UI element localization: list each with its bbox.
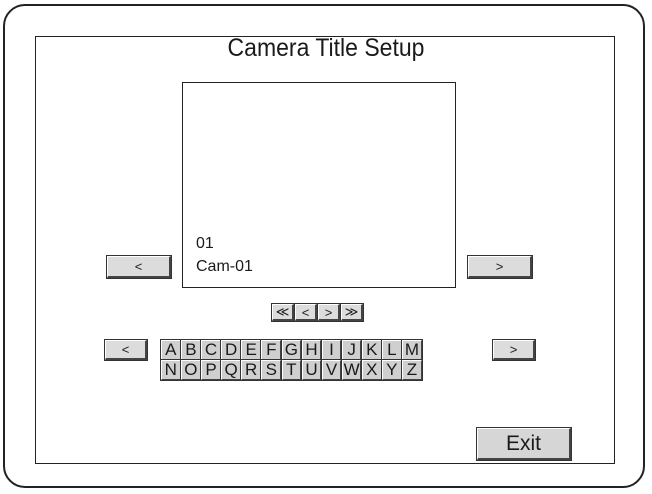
key-button[interactable]: X bbox=[360, 359, 383, 381]
cursor-right-button[interactable]: > bbox=[317, 303, 341, 322]
key-button[interactable]: U bbox=[300, 359, 323, 381]
keyboard-prev-page-button[interactable]: < bbox=[104, 339, 148, 361]
key-button[interactable]: I bbox=[320, 339, 343, 361]
key-button[interactable]: E bbox=[240, 339, 262, 361]
key-button[interactable]: N bbox=[160, 359, 182, 381]
key-button[interactable]: C bbox=[200, 339, 222, 361]
key-button[interactable]: A bbox=[160, 339, 182, 361]
exit-button[interactable]: Exit bbox=[476, 427, 572, 461]
key-button[interactable]: R bbox=[240, 359, 262, 381]
next-camera-button[interactable]: > bbox=[467, 255, 533, 279]
key-button[interactable]: J bbox=[340, 339, 363, 361]
previous-camera-button[interactable]: < bbox=[106, 255, 172, 279]
key-button[interactable]: S bbox=[260, 359, 283, 381]
key-button[interactable]: Y bbox=[381, 359, 403, 381]
key-button[interactable]: M bbox=[401, 339, 423, 361]
cursor-home-button[interactable]: ≪ bbox=[271, 303, 295, 322]
key-button[interactable]: O bbox=[180, 359, 202, 381]
key-button[interactable]: W bbox=[340, 359, 363, 381]
key-button[interactable]: G bbox=[280, 339, 303, 361]
key-button[interactable]: H bbox=[300, 339, 323, 361]
key-button[interactable]: F bbox=[260, 339, 283, 361]
keyboard-row: ABCDEFGHIJKLM bbox=[160, 339, 481, 361]
key-button[interactable]: L bbox=[381, 339, 403, 361]
cursor-controls: ≪ < > ≫ bbox=[271, 303, 364, 322]
onscreen-keyboard: ABCDEFGHIJKLM NOPQRSTUVWXYZ bbox=[160, 339, 481, 381]
key-button[interactable]: T bbox=[280, 359, 303, 381]
key-button[interactable]: P bbox=[200, 359, 222, 381]
key-button[interactable]: Q bbox=[220, 359, 242, 381]
key-button[interactable]: K bbox=[360, 339, 383, 361]
keyboard-row: NOPQRSTUVWXYZ bbox=[160, 359, 481, 381]
key-button[interactable]: Z bbox=[401, 359, 423, 381]
camera-title-text: Cam-01 bbox=[196, 258, 253, 275]
key-button[interactable]: V bbox=[320, 359, 343, 381]
camera-number: 01 bbox=[196, 235, 214, 252]
key-button[interactable]: B bbox=[180, 339, 202, 361]
camera-preview: 01 Cam-01 bbox=[182, 82, 456, 288]
keyboard-next-page-button[interactable]: > bbox=[492, 339, 536, 361]
cursor-left-button[interactable]: < bbox=[294, 303, 318, 322]
key-button[interactable]: D bbox=[220, 339, 242, 361]
page-title: Camera Title Setup bbox=[227, 34, 425, 62]
cursor-end-button[interactable]: ≫ bbox=[340, 303, 364, 322]
